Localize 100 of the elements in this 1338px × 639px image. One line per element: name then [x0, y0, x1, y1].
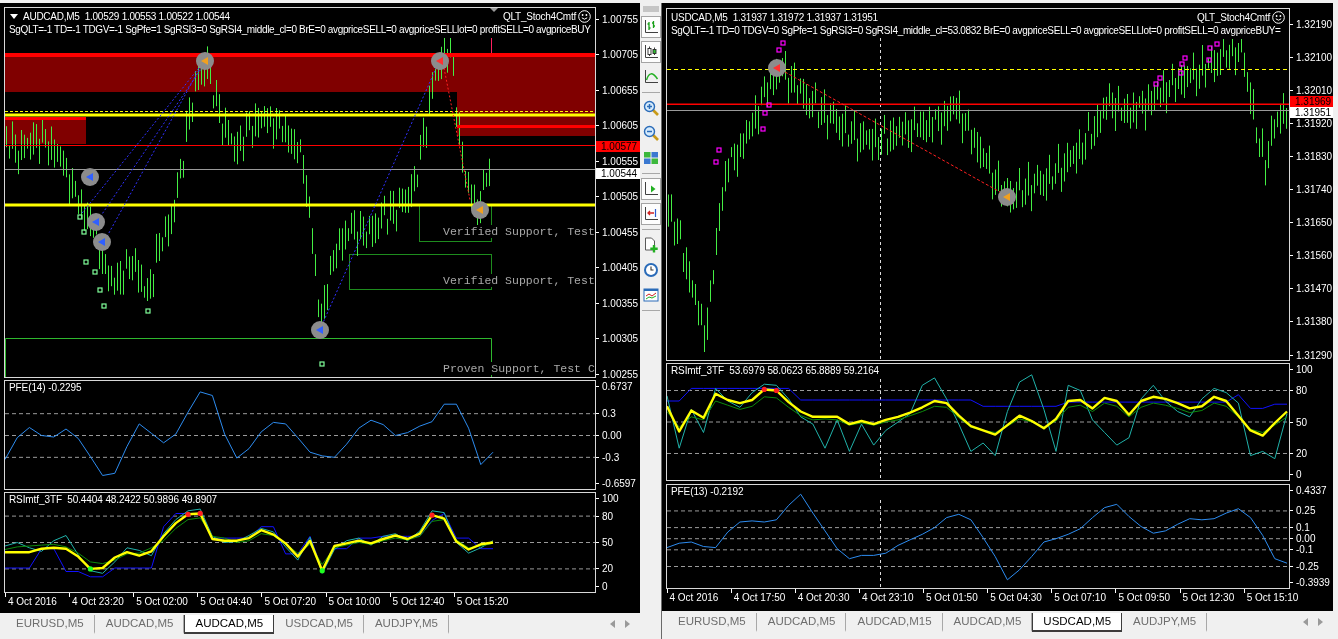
price-axis-label: 1.00655	[596, 84, 639, 96]
square-marker-icon	[145, 308, 151, 314]
bar-chart-button[interactable]	[640, 16, 661, 38]
candlesticks-button[interactable]	[640, 41, 661, 63]
price-tag: 1.00577	[596, 140, 640, 152]
indicator-axis-label: -0.1	[1290, 544, 1314, 556]
time-axis-label: 4 Oct 17:50	[730, 589, 786, 604]
price-axis-label: 1.32100	[1290, 51, 1333, 63]
signal-marker-icon	[311, 321, 329, 339]
price-axis-label: 1.00405	[596, 262, 639, 274]
chart-tab[interactable]: USDCAD,M5	[274, 615, 364, 634]
grid-tiles-icon	[642, 150, 659, 166]
signal-dot-icon	[773, 387, 779, 394]
indicator-axis-label: 50	[1290, 416, 1308, 428]
indicator-axis-label: 0.3	[596, 408, 616, 420]
zoom-in-icon	[642, 100, 659, 116]
time-axis-label: 5 Oct 07:10	[1051, 589, 1106, 604]
indicator-axis-label: -0.3	[596, 451, 620, 463]
chart-tab[interactable]: EURUSD,M5	[5, 615, 95, 634]
square-marker-icon	[1178, 70, 1184, 76]
signal-dot-icon	[197, 510, 203, 517]
price-axis-label: 1.31470	[1290, 283, 1333, 295]
chart-tab[interactable]: USDCAD,M5	[1032, 613, 1123, 632]
price-axis-label: 1.00455	[596, 226, 639, 238]
indicator-axis-label: 0	[1290, 469, 1302, 480]
auto-scroll-button[interactable]	[640, 203, 661, 225]
signal-marker-icon	[768, 59, 786, 77]
zone-label: Verified Support, Test	[443, 274, 595, 287]
square-marker-icon	[1206, 57, 1212, 63]
price-axis-label: 1.00305	[596, 333, 639, 345]
clock-icon	[642, 262, 659, 278]
signal-dot-icon	[185, 511, 191, 517]
price-axis-label: 1.31560	[1290, 250, 1333, 262]
price-axis-label: 1.32190	[1290, 18, 1333, 30]
square-marker-icon	[716, 147, 722, 153]
time-axis-label: 4 Oct 23:20	[69, 593, 124, 608]
indicator-title: PFE(14) -0.2295	[9, 382, 82, 394]
time-axis-label: 4 Oct 23:10	[858, 589, 914, 604]
time-axis-label: 5 Oct 12:40	[389, 593, 445, 608]
chart-tab[interactable]: AUDCAD,M5	[756, 613, 847, 632]
indicator-axis-label: 20	[1290, 448, 1308, 459]
square-marker-icon	[83, 259, 89, 265]
signal-marker-icon	[196, 52, 214, 70]
price-axis-label: 1.00755	[596, 13, 639, 25]
chart-tab[interactable]: AUDCAD,M15	[846, 613, 943, 632]
price-axis-label: 1.31650	[1290, 217, 1333, 229]
square-marker-icon	[77, 214, 83, 220]
chart-tab[interactable]: EURUSD,M5	[667, 613, 757, 632]
price-axis-label: 1.31380	[1290, 316, 1333, 328]
indicator-axis-label: 0.00	[596, 430, 622, 441]
time-axis-label: 5 Oct 12:30	[1179, 589, 1235, 604]
price-axis-label: 1.00255	[596, 369, 639, 380]
indicator-axis-label: 0.1	[1290, 522, 1310, 534]
symbol-quote: USDCAD,M5 1.31937 1.31972 1.31937 1.31951	[671, 11, 878, 24]
time-axis-label: 5 Oct 04:30	[987, 589, 1042, 604]
dropdown-triangle-icon[interactable]	[10, 14, 18, 19]
status-values: SgQLT=-1 TD=0 TDGV=0 SgPfe=1 SgRSI3=0 SgRSI4_middle_cl=53.0832 BrE=0 avgpriceSELL=0 avgpriceSELLlot=0 profitSELL=0 avgpriceBUY=	[671, 24, 1281, 37]
signal-marker-icon	[998, 188, 1016, 206]
square-marker-icon	[97, 287, 103, 293]
square-marker-icon	[101, 303, 107, 309]
time-axis-label: 4 Oct 20:30	[794, 589, 850, 604]
square-marker-icon	[760, 126, 766, 132]
square-marker-icon	[81, 229, 87, 235]
axis-arrow-icon	[642, 206, 659, 222]
chart-tab[interactable]: AUDJPY,M5	[1122, 613, 1208, 632]
price-axis-label: 1.00355	[596, 297, 639, 309]
expert-name: QLT_Stoch4Cmtf	[503, 10, 576, 23]
time-axis-label: 5 Oct 02:00	[133, 593, 188, 608]
square-marker-icon	[92, 269, 98, 275]
chart-shift-button[interactable]	[640, 178, 661, 200]
indicator-title: PFE(13) -0.2192	[671, 486, 744, 498]
signal-dot-icon	[761, 386, 767, 393]
square-marker-icon	[713, 159, 719, 165]
price-axis-label: 1.00705	[596, 49, 639, 61]
price-axis-label: 1.31290	[1290, 349, 1333, 361]
signal-marker-icon	[87, 213, 105, 231]
vertical-line	[491, 37, 492, 54]
time-axis-label: 5 Oct 15:10	[1243, 589, 1299, 604]
chart-tab[interactable]: AUDCAD,M5	[184, 615, 275, 634]
indicator-axis-label: 0.4337	[1290, 485, 1327, 496]
bar-chart-icon	[642, 19, 659, 35]
indicator-axis-label: 50	[596, 537, 614, 548]
indicator-axis-label: -0.6597	[596, 478, 636, 489]
indicator-axis-label: 100	[596, 493, 619, 504]
chart-tab[interactable]: AUDJPY,M5	[363, 615, 449, 634]
indicator-axis-label: 20	[596, 563, 614, 575]
indicator-axis-label: 80	[596, 510, 614, 522]
square-marker-icon	[766, 102, 772, 108]
toolbar-grip[interactable]	[642, 6, 659, 12]
price-axis-label: 1.31920	[1290, 117, 1333, 129]
symbol-quote: AUDCAD,M5 1.00529 1.00553 1.00522 1.00544	[23, 10, 230, 23]
axis-play-icon	[642, 181, 659, 197]
square-marker-icon	[762, 110, 768, 116]
time-axis-label: 5 Oct 10:00	[325, 593, 381, 608]
indicator-axis-label: 80	[1290, 385, 1308, 396]
chart-window-icon	[642, 287, 659, 303]
time-axis-label: 5 Oct 07:20	[261, 593, 317, 608]
price-axis-label: 1.00555	[596, 155, 639, 167]
signal-marker-icon	[471, 201, 489, 219]
triangle-marker-icon	[490, 8, 498, 12]
